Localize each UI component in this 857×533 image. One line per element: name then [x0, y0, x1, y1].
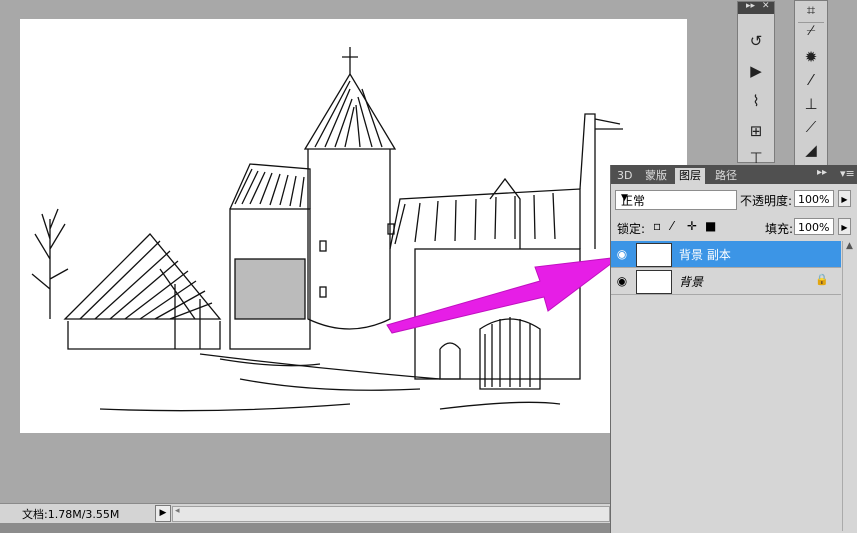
tools-panel: ⌗ ⌿ ✹ ⁄ ⊥ ⟋ ◢: [794, 0, 828, 167]
layer-thumbnail: [636, 270, 672, 294]
castle-sketch-image: [31, 47, 623, 412]
lock-pixels-icon[interactable]: ⁄: [671, 219, 673, 233]
image-canvas[interactable]: [20, 19, 687, 433]
magenta-arrow: [386, 256, 622, 334]
chevron-down-icon: ▼: [621, 193, 628, 203]
panel-menu-icon[interactable]: ▾≡: [840, 167, 855, 180]
layer-row-background-copy[interactable]: ◉ 背景 副本: [611, 241, 841, 268]
crop-icon[interactable]: ⌗: [800, 0, 822, 21]
history-brush-icon[interactable]: ⟋: [800, 116, 822, 138]
eye-icon[interactable]: ◉: [613, 272, 631, 290]
eraser-icon[interactable]: ◢: [800, 139, 822, 161]
lock-position-icon[interactable]: ✛: [687, 219, 697, 233]
clone-source-icon[interactable]: ⊞: [745, 120, 767, 142]
opacity-slider-button[interactable]: ▶: [838, 190, 851, 207]
blend-mode-select[interactable]: 正常 ▼: [615, 190, 737, 210]
history-icon[interactable]: ↺: [745, 30, 767, 52]
panel-dock-icons: ▸▸ ✕ ↺ ▶ ⌇ ⊞ ⊤: [737, 1, 775, 167]
lock-all-icon[interactable]: ■: [705, 219, 716, 233]
lock-label: 锁定:: [617, 222, 646, 236]
status-bar: 文档:1.78M/3.55M ▶ ◂: [0, 503, 610, 523]
layers-panel: 3D 蒙版 图层 路径 ▸▸ ▾≡ 正常 ▼ 不透明度: 100% ▶ 锁定: …: [610, 165, 857, 533]
fill-slider-button[interactable]: ▶: [838, 218, 851, 235]
layer-row-background[interactable]: ◉ 背景 🔒: [611, 268, 841, 295]
tab-paths[interactable]: 路径: [711, 168, 741, 184]
scroll-up-icon[interactable]: ▲: [846, 241, 853, 251]
stamp-icon[interactable]: ⊥: [800, 93, 822, 115]
eyedropper-icon[interactable]: ⌿: [800, 19, 822, 41]
layer-name: 背景: [679, 275, 704, 289]
tab-3d[interactable]: 3D: [613, 168, 636, 184]
horizontal-scrollbar[interactable]: ◂: [172, 506, 610, 522]
actions-icon[interactable]: ▶: [745, 60, 767, 82]
eye-icon[interactable]: ◉: [613, 245, 631, 263]
layers-panel-header: 3D 蒙版 图层 路径 ▸▸ ▾≡: [611, 165, 857, 184]
panel-dock-bar: ▸▸ ✕: [738, 1, 774, 14]
doc-size-info: 文档:1.78M/3.55M: [22, 508, 120, 521]
fill-label: 填充:: [765, 222, 794, 236]
lock-icon: 🔒: [815, 273, 829, 286]
tab-masks[interactable]: 蒙版: [641, 168, 671, 184]
tab-layers[interactable]: 图层: [675, 168, 705, 184]
layer-thumbnail: [636, 243, 672, 267]
opacity-field[interactable]: 100%: [794, 190, 834, 207]
status-menu-button[interactable]: ▶: [155, 505, 171, 522]
bottom-strip: [0, 523, 610, 533]
opacity-label: 不透明度:: [740, 194, 793, 208]
layer-name: 背景 副本: [679, 248, 731, 262]
collapse-icon[interactable]: ▸▸: [817, 167, 827, 178]
healing-icon[interactable]: ✹: [800, 46, 822, 68]
lock-transparency-icon[interactable]: ▫: [653, 219, 661, 233]
document-workspace: ▸▸ ✕ ↺ ▶ ⌇ ⊞ ⊤ ⌗ ⌿ ✹ ⁄ ⊥ ⟋ ◢ 文档:1.78M/3.5…: [0, 0, 857, 533]
brush-icon[interactable]: ⁄: [800, 69, 822, 91]
layers-scrollbar[interactable]: ▲: [842, 241, 857, 531]
brush-preset-icon[interactable]: ⌇: [745, 90, 767, 112]
scroll-left-icon[interactable]: ◂: [175, 506, 180, 516]
fill-field[interactable]: 100%: [794, 218, 834, 235]
